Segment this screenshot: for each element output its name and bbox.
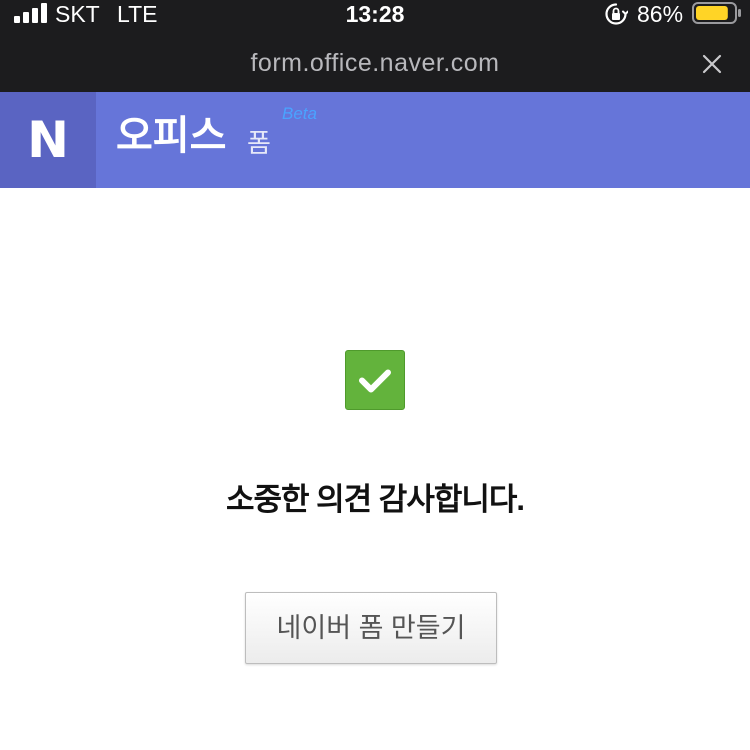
checkmark-icon — [359, 369, 391, 393]
create-naver-form-button[interactable]: 네이버 폼 만들기 — [245, 592, 497, 664]
logo-letter: N — [27, 111, 69, 169]
battery-icon — [692, 2, 741, 24]
close-icon — [702, 54, 722, 74]
app-header: N 오피스 폼 Beta — [0, 92, 750, 188]
brand-title[interactable]: 오피스 — [116, 112, 226, 160]
brand-subtitle: 폼 — [247, 128, 271, 158]
orientation-lock-icon — [605, 3, 628, 25]
thank-you-message: 소중한 의견 감사합니다. — [225, 482, 525, 517]
status-bar: SKT LTE 13:28 86% — [0, 0, 750, 28]
battery-percent: 86% — [637, 1, 684, 27]
close-button[interactable] — [694, 46, 730, 82]
url-text[interactable]: form.office.naver.com — [0, 28, 750, 98]
beta-badge: Beta — [282, 104, 317, 123]
success-checkbox — [345, 350, 405, 410]
naver-logo[interactable]: N — [0, 92, 96, 188]
browser-url-bar: form.office.naver.com — [0, 28, 750, 92]
